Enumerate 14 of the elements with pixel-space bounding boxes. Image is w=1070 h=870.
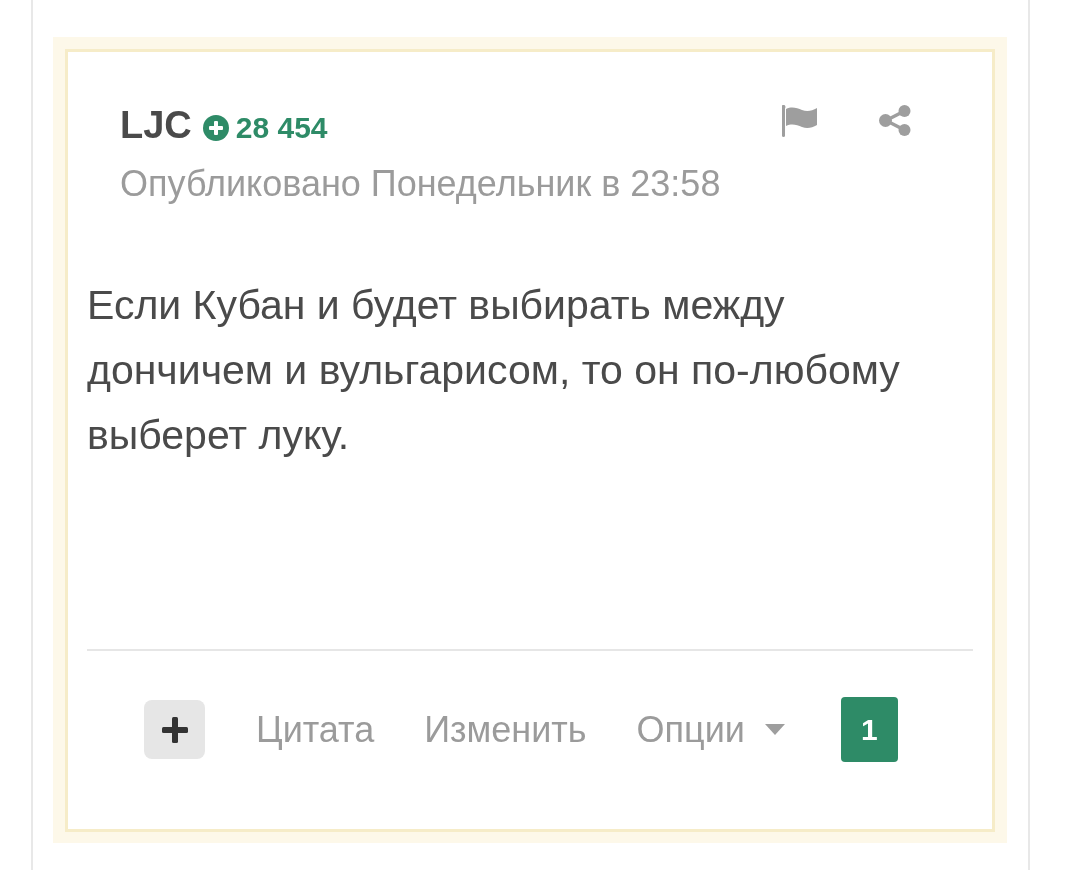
options-dropdown[interactable]: Опции — [636, 708, 785, 751]
action-link[interactable]: Изменить — [424, 708, 587, 751]
action-link[interactable]: Цитата — [256, 708, 375, 751]
caret-down-icon — [764, 724, 785, 735]
share-icon[interactable] — [879, 105, 911, 136]
author-name[interactable]: LJC — [120, 103, 192, 148]
post-body: Если Кубан и будет выбирать между дончичем и вульгарисом, то он по-любому выберет луку. — [86, 281, 901, 460]
reaction-count-badge[interactable]: 1 — [840, 697, 898, 762]
published-date: Опубликовано Понедельник в 23:58 — [120, 162, 721, 205]
reputation-count: 28 454 — [235, 111, 328, 145]
add-reaction-button[interactable] — [144, 700, 205, 759]
flag-icon[interactable] — [782, 105, 817, 137]
plus-icon — [161, 716, 188, 743]
plus-circle-icon — [202, 115, 229, 141]
